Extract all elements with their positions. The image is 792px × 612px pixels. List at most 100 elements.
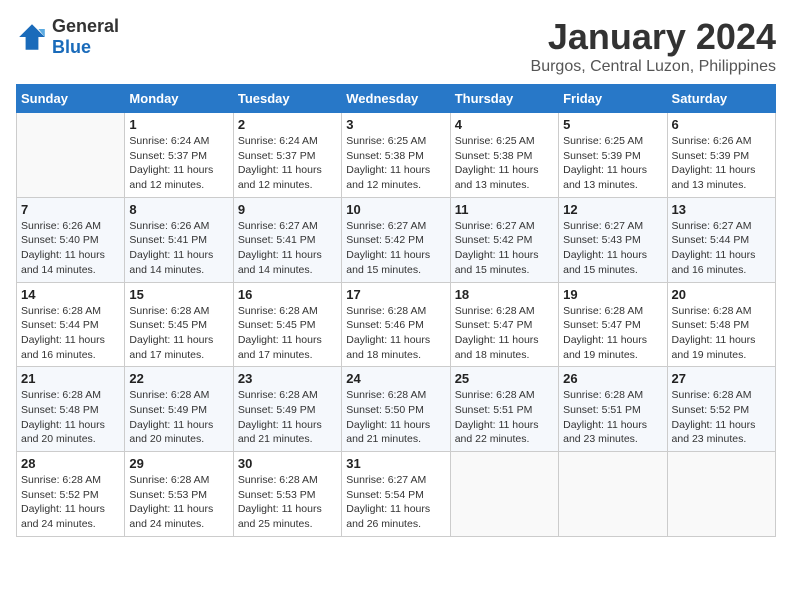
day-info: Sunrise: 6:28 AM Sunset: 5:53 PM Dayligh… — [129, 473, 228, 532]
day-info: Sunrise: 6:26 AM Sunset: 5:39 PM Dayligh… — [672, 134, 771, 193]
day-number: 7 — [21, 202, 120, 217]
page-header: General Blue January 2024 Burgos, Centra… — [16, 16, 776, 76]
calendar-cell: 14 Sunrise: 6:28 AM Sunset: 5:44 PM Dayli… — [17, 282, 125, 367]
day-info: Sunrise: 6:28 AM Sunset: 5:47 PM Dayligh… — [455, 304, 554, 363]
day-info: Sunrise: 6:28 AM Sunset: 5:45 PM Dayligh… — [129, 304, 228, 363]
calendar-cell: 13 Sunrise: 6:27 AM Sunset: 5:44 PM Dayli… — [667, 197, 775, 282]
day-of-week-monday: Monday — [125, 85, 233, 113]
day-number: 28 — [21, 456, 120, 471]
day-number: 24 — [346, 371, 445, 386]
day-number: 21 — [21, 371, 120, 386]
day-info: Sunrise: 6:28 AM Sunset: 5:52 PM Dayligh… — [672, 388, 771, 447]
month-year-title: January 2024 — [531, 16, 776, 58]
day-number: 18 — [455, 287, 554, 302]
day-info: Sunrise: 6:25 AM Sunset: 5:38 PM Dayligh… — [346, 134, 445, 193]
day-of-week-thursday: Thursday — [450, 85, 558, 113]
logo-icon — [16, 21, 48, 53]
day-number: 22 — [129, 371, 228, 386]
calendar-week-2: 7 Sunrise: 6:26 AM Sunset: 5:40 PM Daylig… — [17, 197, 776, 282]
day-number: 10 — [346, 202, 445, 217]
logo: General Blue — [16, 16, 119, 58]
calendar-cell: 20 Sunrise: 6:28 AM Sunset: 5:48 PM Dayli… — [667, 282, 775, 367]
calendar-cell: 6 Sunrise: 6:26 AM Sunset: 5:39 PM Daylig… — [667, 113, 775, 198]
day-info: Sunrise: 6:28 AM Sunset: 5:52 PM Dayligh… — [21, 473, 120, 532]
calendar-cell — [559, 452, 667, 537]
day-number: 3 — [346, 117, 445, 132]
day-number: 5 — [563, 117, 662, 132]
day-of-week-tuesday: Tuesday — [233, 85, 341, 113]
day-info: Sunrise: 6:25 AM Sunset: 5:38 PM Dayligh… — [455, 134, 554, 193]
day-info: Sunrise: 6:27 AM Sunset: 5:42 PM Dayligh… — [455, 219, 554, 278]
calendar-header: SundayMondayTuesdayWednesdayThursdayFrid… — [17, 85, 776, 113]
calendar-cell — [667, 452, 775, 537]
calendar-cell: 24 Sunrise: 6:28 AM Sunset: 5:50 PM Dayli… — [342, 367, 450, 452]
calendar-cell: 8Sunrise: 6:26 AM Sunset: 5:41 PM Daylig… — [125, 197, 233, 282]
calendar-cell: 9Sunrise: 6:27 AM Sunset: 5:41 PM Daylig… — [233, 197, 341, 282]
day-info: Sunrise: 6:28 AM Sunset: 5:53 PM Dayligh… — [238, 473, 337, 532]
day-info: Sunrise: 6:28 AM Sunset: 5:51 PM Dayligh… — [563, 388, 662, 447]
calendar-cell: 17 Sunrise: 6:28 AM Sunset: 5:46 PM Dayli… — [342, 282, 450, 367]
calendar-cell: 21 Sunrise: 6:28 AM Sunset: 5:48 PM Dayli… — [17, 367, 125, 452]
day-info: Sunrise: 6:27 AM Sunset: 5:41 PM Dayligh… — [238, 219, 337, 278]
day-info: Sunrise: 6:27 AM Sunset: 5:44 PM Dayligh… — [672, 219, 771, 278]
calendar-cell: 7 Sunrise: 6:26 AM Sunset: 5:40 PM Daylig… — [17, 197, 125, 282]
calendar-cell: 4Sunrise: 6:25 AM Sunset: 5:38 PM Daylig… — [450, 113, 558, 198]
day-info: Sunrise: 6:27 AM Sunset: 5:42 PM Dayligh… — [346, 219, 445, 278]
day-info: Sunrise: 6:28 AM Sunset: 5:48 PM Dayligh… — [672, 304, 771, 363]
calendar-cell: 18 Sunrise: 6:28 AM Sunset: 5:47 PM Dayli… — [450, 282, 558, 367]
calendar-cell: 23 Sunrise: 6:28 AM Sunset: 5:49 PM Dayli… — [233, 367, 341, 452]
day-number: 2 — [238, 117, 337, 132]
day-number: 23 — [238, 371, 337, 386]
calendar-cell: 1Sunrise: 6:24 AM Sunset: 5:37 PM Daylig… — [125, 113, 233, 198]
calendar-cell: 10 Sunrise: 6:27 AM Sunset: 5:42 PM Dayli… — [342, 197, 450, 282]
day-info: Sunrise: 6:28 AM Sunset: 5:44 PM Dayligh… — [21, 304, 120, 363]
calendar-cell — [450, 452, 558, 537]
calendar-cell: 11 Sunrise: 6:27 AM Sunset: 5:42 PM Dayli… — [450, 197, 558, 282]
day-number: 6 — [672, 117, 771, 132]
day-number: 8 — [129, 202, 228, 217]
day-number: 11 — [455, 202, 554, 217]
day-info: Sunrise: 6:26 AM Sunset: 5:40 PM Dayligh… — [21, 219, 120, 278]
day-info: Sunrise: 6:28 AM Sunset: 5:47 PM Dayligh… — [563, 304, 662, 363]
calendar-cell: 31Sunrise: 6:27 AM Sunset: 5:54 PM Dayli… — [342, 452, 450, 537]
day-number: 14 — [21, 287, 120, 302]
calendar-cell: 27Sunrise: 6:28 AM Sunset: 5:52 PM Dayli… — [667, 367, 775, 452]
day-number: 30 — [238, 456, 337, 471]
day-info: Sunrise: 6:28 AM Sunset: 5:49 PM Dayligh… — [238, 388, 337, 447]
day-number: 13 — [672, 202, 771, 217]
day-of-week-friday: Friday — [559, 85, 667, 113]
calendar-cell: 29Sunrise: 6:28 AM Sunset: 5:53 PM Dayli… — [125, 452, 233, 537]
day-info: Sunrise: 6:24 AM Sunset: 5:37 PM Dayligh… — [238, 134, 337, 193]
day-info: Sunrise: 6:28 AM Sunset: 5:48 PM Dayligh… — [21, 388, 120, 447]
logo-blue: Blue — [52, 37, 91, 57]
calendar-week-4: 21 Sunrise: 6:28 AM Sunset: 5:48 PM Dayli… — [17, 367, 776, 452]
calendar-body: 1Sunrise: 6:24 AM Sunset: 5:37 PM Daylig… — [17, 113, 776, 537]
day-number: 31 — [346, 456, 445, 471]
calendar-cell: 25Sunrise: 6:28 AM Sunset: 5:51 PM Dayli… — [450, 367, 558, 452]
calendar-cell: 16 Sunrise: 6:28 AM Sunset: 5:45 PM Dayli… — [233, 282, 341, 367]
calendar-cell: 12Sunrise: 6:27 AM Sunset: 5:43 PM Dayli… — [559, 197, 667, 282]
calendar-cell: 3 Sunrise: 6:25 AM Sunset: 5:38 PM Daylig… — [342, 113, 450, 198]
calendar-week-1: 1Sunrise: 6:24 AM Sunset: 5:37 PM Daylig… — [17, 113, 776, 198]
day-number: 15 — [129, 287, 228, 302]
day-info: Sunrise: 6:28 AM Sunset: 5:45 PM Dayligh… — [238, 304, 337, 363]
day-number: 17 — [346, 287, 445, 302]
day-info: Sunrise: 6:28 AM Sunset: 5:46 PM Dayligh… — [346, 304, 445, 363]
day-number: 20 — [672, 287, 771, 302]
title-block: January 2024 Burgos, Central Luzon, Phil… — [531, 16, 776, 76]
calendar-table: SundayMondayTuesdayWednesdayThursdayFrid… — [16, 84, 776, 537]
calendar-cell: 15 Sunrise: 6:28 AM Sunset: 5:45 PM Dayli… — [125, 282, 233, 367]
calendar-cell: 30 Sunrise: 6:28 AM Sunset: 5:53 PM Dayli… — [233, 452, 341, 537]
day-number: 25 — [455, 371, 554, 386]
calendar-cell: 28 Sunrise: 6:28 AM Sunset: 5:52 PM Dayli… — [17, 452, 125, 537]
logo-text: General Blue — [52, 16, 119, 58]
day-info: Sunrise: 6:25 AM Sunset: 5:39 PM Dayligh… — [563, 134, 662, 193]
calendar-cell: 2 Sunrise: 6:24 AM Sunset: 5:37 PM Daylig… — [233, 113, 341, 198]
day-info: Sunrise: 6:24 AM Sunset: 5:37 PM Dayligh… — [129, 134, 228, 193]
calendar-cell: 22Sunrise: 6:28 AM Sunset: 5:49 PM Dayli… — [125, 367, 233, 452]
day-of-week-saturday: Saturday — [667, 85, 775, 113]
day-number: 16 — [238, 287, 337, 302]
day-info: Sunrise: 6:28 AM Sunset: 5:50 PM Dayligh… — [346, 388, 445, 447]
calendar-cell: 19Sunrise: 6:28 AM Sunset: 5:47 PM Dayli… — [559, 282, 667, 367]
calendar-week-5: 28 Sunrise: 6:28 AM Sunset: 5:52 PM Dayli… — [17, 452, 776, 537]
